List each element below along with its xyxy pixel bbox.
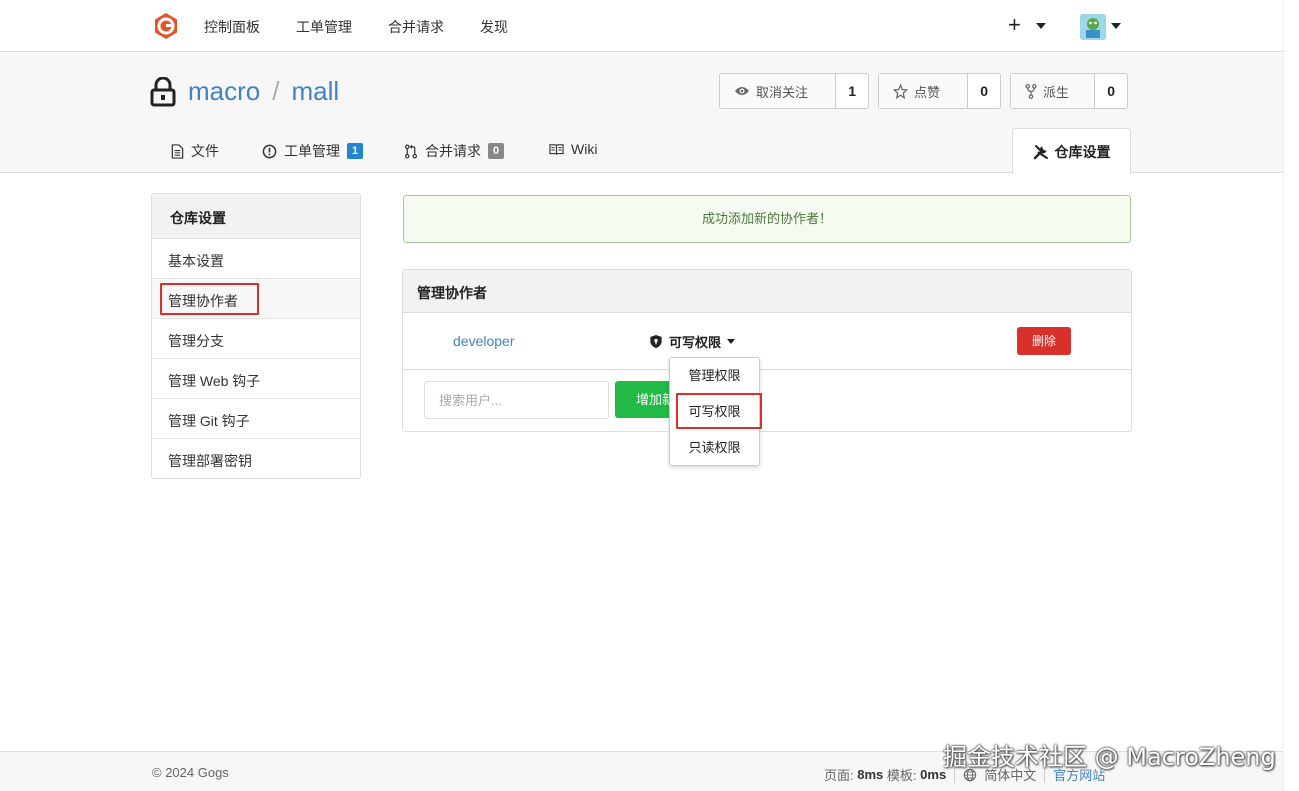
- delete-collaborator-button[interactable]: 删除: [1017, 327, 1071, 355]
- sidebar-header: 仓库设置: [152, 194, 360, 239]
- sidebar-item-git-hooks[interactable]: 管理 Git 钩子: [152, 399, 360, 439]
- fork-button-group: 派生 0: [1010, 73, 1128, 109]
- sidebar-item-deploy-keys[interactable]: 管理部署密钥: [152, 439, 360, 479]
- search-user-input[interactable]: [424, 381, 609, 419]
- collaborator-name-link[interactable]: developer: [453, 333, 515, 349]
- issues-count-badge: 1: [347, 143, 364, 159]
- collaborator-row: developer 可写权限 删除: [403, 313, 1131, 370]
- eye-icon: [735, 87, 749, 95]
- book-icon: [549, 143, 564, 155]
- nav-dashboard[interactable]: 控制面板: [204, 17, 260, 37]
- add-collaborator-form: 增加新的协作者: [403, 370, 1131, 430]
- tools-icon: [1033, 144, 1048, 159]
- nav-pulls[interactable]: 合并请求: [388, 17, 444, 37]
- permission-selected: 可写权限: [669, 335, 722, 350]
- success-flash-message: 成功添加新的协作者！: [403, 195, 1131, 243]
- star-label: 点赞: [914, 84, 941, 100]
- forks-count[interactable]: 0: [1095, 74, 1127, 108]
- shield-icon: [650, 334, 662, 349]
- sidebar-item-options[interactable]: 基本设置: [152, 239, 360, 279]
- gogs-logo-icon[interactable]: [152, 12, 180, 40]
- page-scrollbar[interactable]: [1283, 0, 1299, 791]
- repo-title: macro / mall: [150, 76, 339, 107]
- repo-separator: /: [272, 76, 280, 106]
- template-time-label: 模板:: [886, 768, 917, 783]
- collaborators-panel: 管理协作者 developer 可写权限 删除 增加新的协作者: [402, 269, 1132, 432]
- tab-settings[interactable]: 仓库设置: [1012, 128, 1131, 174]
- git-pull-request-icon: [404, 144, 418, 158]
- tab-pulls-label: 合并请求: [425, 143, 481, 159]
- page-time-value: 8ms: [857, 767, 884, 782]
- tab-issues[interactable]: 工单管理 1: [262, 141, 364, 161]
- star-button[interactable]: 点赞: [879, 74, 969, 108]
- watch-button-group: 取消关注 1: [719, 73, 869, 109]
- permission-option-read[interactable]: 只读权限: [670, 430, 759, 466]
- chevron-down-icon: [727, 339, 736, 344]
- chevron-down-icon[interactable]: [1111, 23, 1121, 29]
- sidebar-item-branches[interactable]: 管理分支: [152, 319, 360, 359]
- star-button-group: 点赞 0: [878, 73, 1001, 109]
- stars-count[interactable]: 0: [968, 74, 1000, 108]
- repo-name-link[interactable]: mall: [291, 76, 339, 107]
- highlight-box-collaboration: [160, 283, 259, 315]
- fork-icon: [1025, 83, 1037, 99]
- unwatch-button[interactable]: 取消关注: [720, 74, 837, 108]
- nav-explore[interactable]: 发现: [480, 17, 508, 37]
- tab-files-label: 文件: [191, 143, 219, 159]
- tab-issues-label: 工单管理: [284, 143, 340, 159]
- tab-settings-label: 仓库设置: [1054, 143, 1111, 160]
- tab-wiki[interactable]: Wiki: [549, 141, 597, 157]
- fork-label: 派生: [1043, 84, 1070, 100]
- star-icon: [893, 83, 908, 99]
- page-time-label: 页面:: [824, 768, 854, 783]
- avatar[interactable]: [1080, 14, 1106, 40]
- top-navbar: 控制面板 工单管理 合并请求 发现 +: [0, 0, 1283, 52]
- watermark-text: 掘金技术社区 @ MacroZheng: [943, 743, 1276, 771]
- copyright-text: © 2024 Gogs: [152, 765, 229, 780]
- settings-sidebar: 仓库设置 基本设置 管理协作者 管理分支 管理 Web 钩子 管理 Git 钩子…: [151, 193, 361, 479]
- nav-issues[interactable]: 工单管理: [296, 17, 352, 37]
- lock-icon: [150, 76, 176, 106]
- fork-button[interactable]: 派生: [1011, 74, 1096, 108]
- repo-owner-link[interactable]: macro: [188, 76, 260, 107]
- unwatch-label: 取消关注: [756, 84, 809, 100]
- permission-option-admin[interactable]: 管理权限: [670, 358, 759, 394]
- sidebar-item-webhooks[interactable]: 管理 Web 钩子: [152, 359, 360, 399]
- user-avatar-icon: [1080, 14, 1106, 40]
- pulls-count-badge: 0: [488, 143, 505, 159]
- file-text-icon: [171, 143, 184, 159]
- permission-dropdown[interactable]: 可写权限: [649, 332, 736, 351]
- collaborators-header: 管理协作者: [403, 270, 1131, 313]
- watchers-count[interactable]: 1: [836, 74, 868, 108]
- tab-files[interactable]: 文件: [171, 141, 219, 161]
- chevron-down-icon[interactable]: [1036, 23, 1046, 29]
- create-new-button[interactable]: +: [1008, 12, 1021, 38]
- highlight-box-write-permission: [676, 393, 762, 429]
- tab-pulls[interactable]: 合并请求 0: [404, 141, 505, 161]
- tab-wiki-label: Wiki: [571, 141, 598, 157]
- issue-opened-icon: [262, 144, 277, 158]
